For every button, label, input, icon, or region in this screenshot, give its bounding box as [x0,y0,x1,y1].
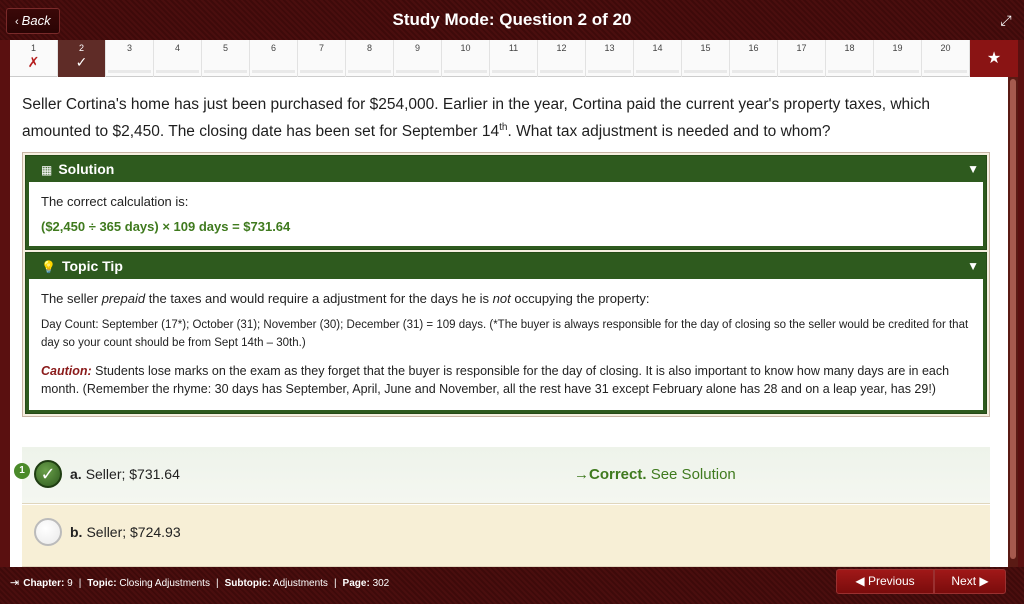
see-solution-link[interactable]: See Solution [651,466,736,483]
lightbulb-icon: 💡 [41,260,56,274]
tip-day-count: Day Count: September (17*); October (31)… [41,319,969,349]
wrong-icon: ✗ [27,54,40,70]
question-nav: 1 ✗ 2 ✓ 3 4 5 6 7 8 9 10 11 12 13 14 15 16… [10,40,1018,77]
question-nav-item-20[interactable]: 20 [922,40,970,77]
explanation-panels: ▦ Solution ▼ The correct calculation is: … [22,152,990,417]
question-nav-item-1[interactable]: 1 ✗ [10,40,58,77]
question-nav-item-4[interactable]: 4 [154,40,202,77]
checked-radio-icon[interactable]: ✓ [34,460,62,488]
page-title: Study Mode: Question 2 of 20 [392,10,632,29]
arrow-right-icon: → [574,466,589,483]
question-nav-item-2[interactable]: 2 ✓ [58,40,106,77]
answer-option-b[interactable]: b. Seller; $724.93 [22,505,990,567]
radio-icon[interactable] [34,518,62,546]
check-icon: ✓ [75,54,88,70]
question-text: Seller Cortina's home has just been purc… [22,96,930,141]
exit-icon[interactable]: ⇥ [10,577,19,589]
question-nav-item-10[interactable]: 10 [442,40,490,77]
previous-button[interactable]: ◀ Previous [836,569,934,594]
triangle-right-icon: ▶ [976,574,989,588]
main-content: Seller Cortina's home has just been purc… [10,77,1018,567]
calculator-icon: ▦ [41,163,53,177]
solution-panel: ▦ Solution ▼ The correct calculation is: … [25,155,987,250]
question-nav-item-13[interactable]: 13 [586,40,634,77]
solution-header[interactable]: ▦ Solution ▼ [29,156,983,182]
topic-tip-panel: 💡 Topic Tip ▼ The seller prepaid the taxe… [25,252,987,414]
question-nav-item-18[interactable]: 18 [826,40,874,77]
triangle-left-icon: ◀ [855,574,868,588]
question-nav-item-16[interactable]: 16 [730,40,778,77]
topic-tip-body: The seller prepaid the taxes and would r… [29,279,983,410]
question-nav-item-11[interactable]: 11 [490,40,538,77]
question-nav-item-19[interactable]: 19 [874,40,922,77]
question-nav-item-12[interactable]: 12 [538,40,586,77]
chevron-down-icon[interactable]: ▼ [967,253,979,279]
expand-icon[interactable]: ⤢ [998,12,1014,28]
answer-count-badge: 1 [14,463,30,479]
question-nav-item-3[interactable]: 3 [106,40,154,77]
topic-tip-header[interactable]: 💡 Topic Tip ▼ [29,253,983,279]
question-nav-item-9[interactable]: 9 [394,40,442,77]
answer-feedback: →Correct. See Solution [574,466,736,483]
question-nav-item-15[interactable]: 15 [682,40,730,77]
scrollbar[interactable] [1008,77,1018,567]
footer-info: ⇥ Chapter: 9 | Topic: Closing Adjustments | S… [10,577,390,589]
solution-body: The correct calculation is: ($2,450 ÷ 36… [29,182,983,246]
top-bar: ‹ Back Study Mode: Question 2 of 20 ⤢ [0,0,1024,40]
question-nav-item-5[interactable]: 5 [202,40,250,77]
solution-calculation: ($2,450 ÷ 365 days) × 109 days = $731.64 [41,219,291,234]
scrollbar-thumb[interactable] [1010,79,1016,559]
star-icon[interactable]: ★ [970,40,1018,77]
chevron-down-icon[interactable]: ▼ [967,156,979,182]
question-nav-item-7[interactable]: 7 [298,40,346,77]
footer-bar: ⇥ Chapter: 9 | Topic: Closing Adjustments | S… [0,567,1024,604]
question-nav-item-8[interactable]: 8 [346,40,394,77]
question-nav-item-14[interactable]: 14 [634,40,682,77]
tip-line-1: The seller prepaid the taxes and would r… [41,291,650,306]
question-nav-item-17[interactable]: 17 [778,40,826,77]
question-nav-item-6[interactable]: 6 [250,40,298,77]
tip-caution: Caution: Students lose marks on the exam… [41,364,950,396]
answer-option-a[interactable]: ✓ a. Seller; $731.64 →Correct. See Soluti… [22,447,990,504]
solution-intro: The correct calculation is: [41,194,189,209]
next-button[interactable]: Next ▶ [934,569,1006,594]
